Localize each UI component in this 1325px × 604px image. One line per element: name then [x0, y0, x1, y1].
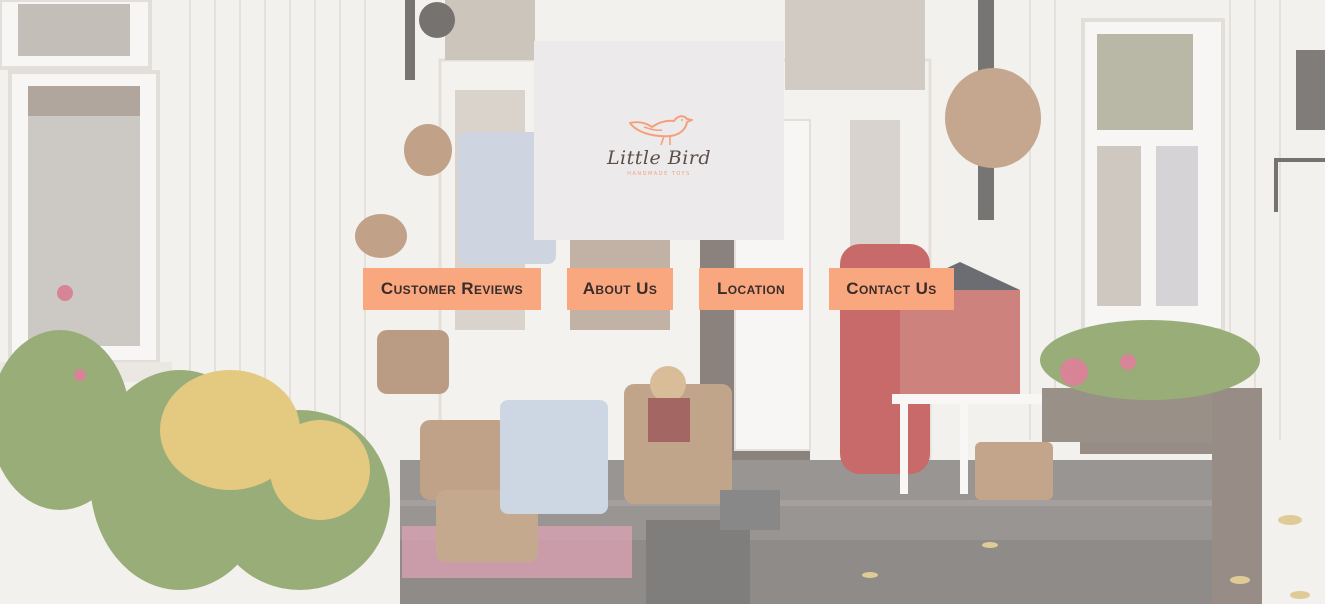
nav-location-button[interactable]: Location	[699, 268, 803, 310]
brand-logo[interactable]: Little Bird HANDMADE TOYS	[534, 41, 784, 240]
brand-name: Little Bird	[606, 146, 712, 169]
nav-customer-reviews-button[interactable]: Customer Reviews	[363, 268, 541, 310]
brand-tagline: HANDMADE TOYS	[627, 170, 691, 177]
bird-icon	[629, 114, 693, 145]
nav-about-us-button[interactable]: About Us	[567, 268, 673, 310]
nav-contact-us-button[interactable]: Contact Us	[829, 268, 954, 310]
